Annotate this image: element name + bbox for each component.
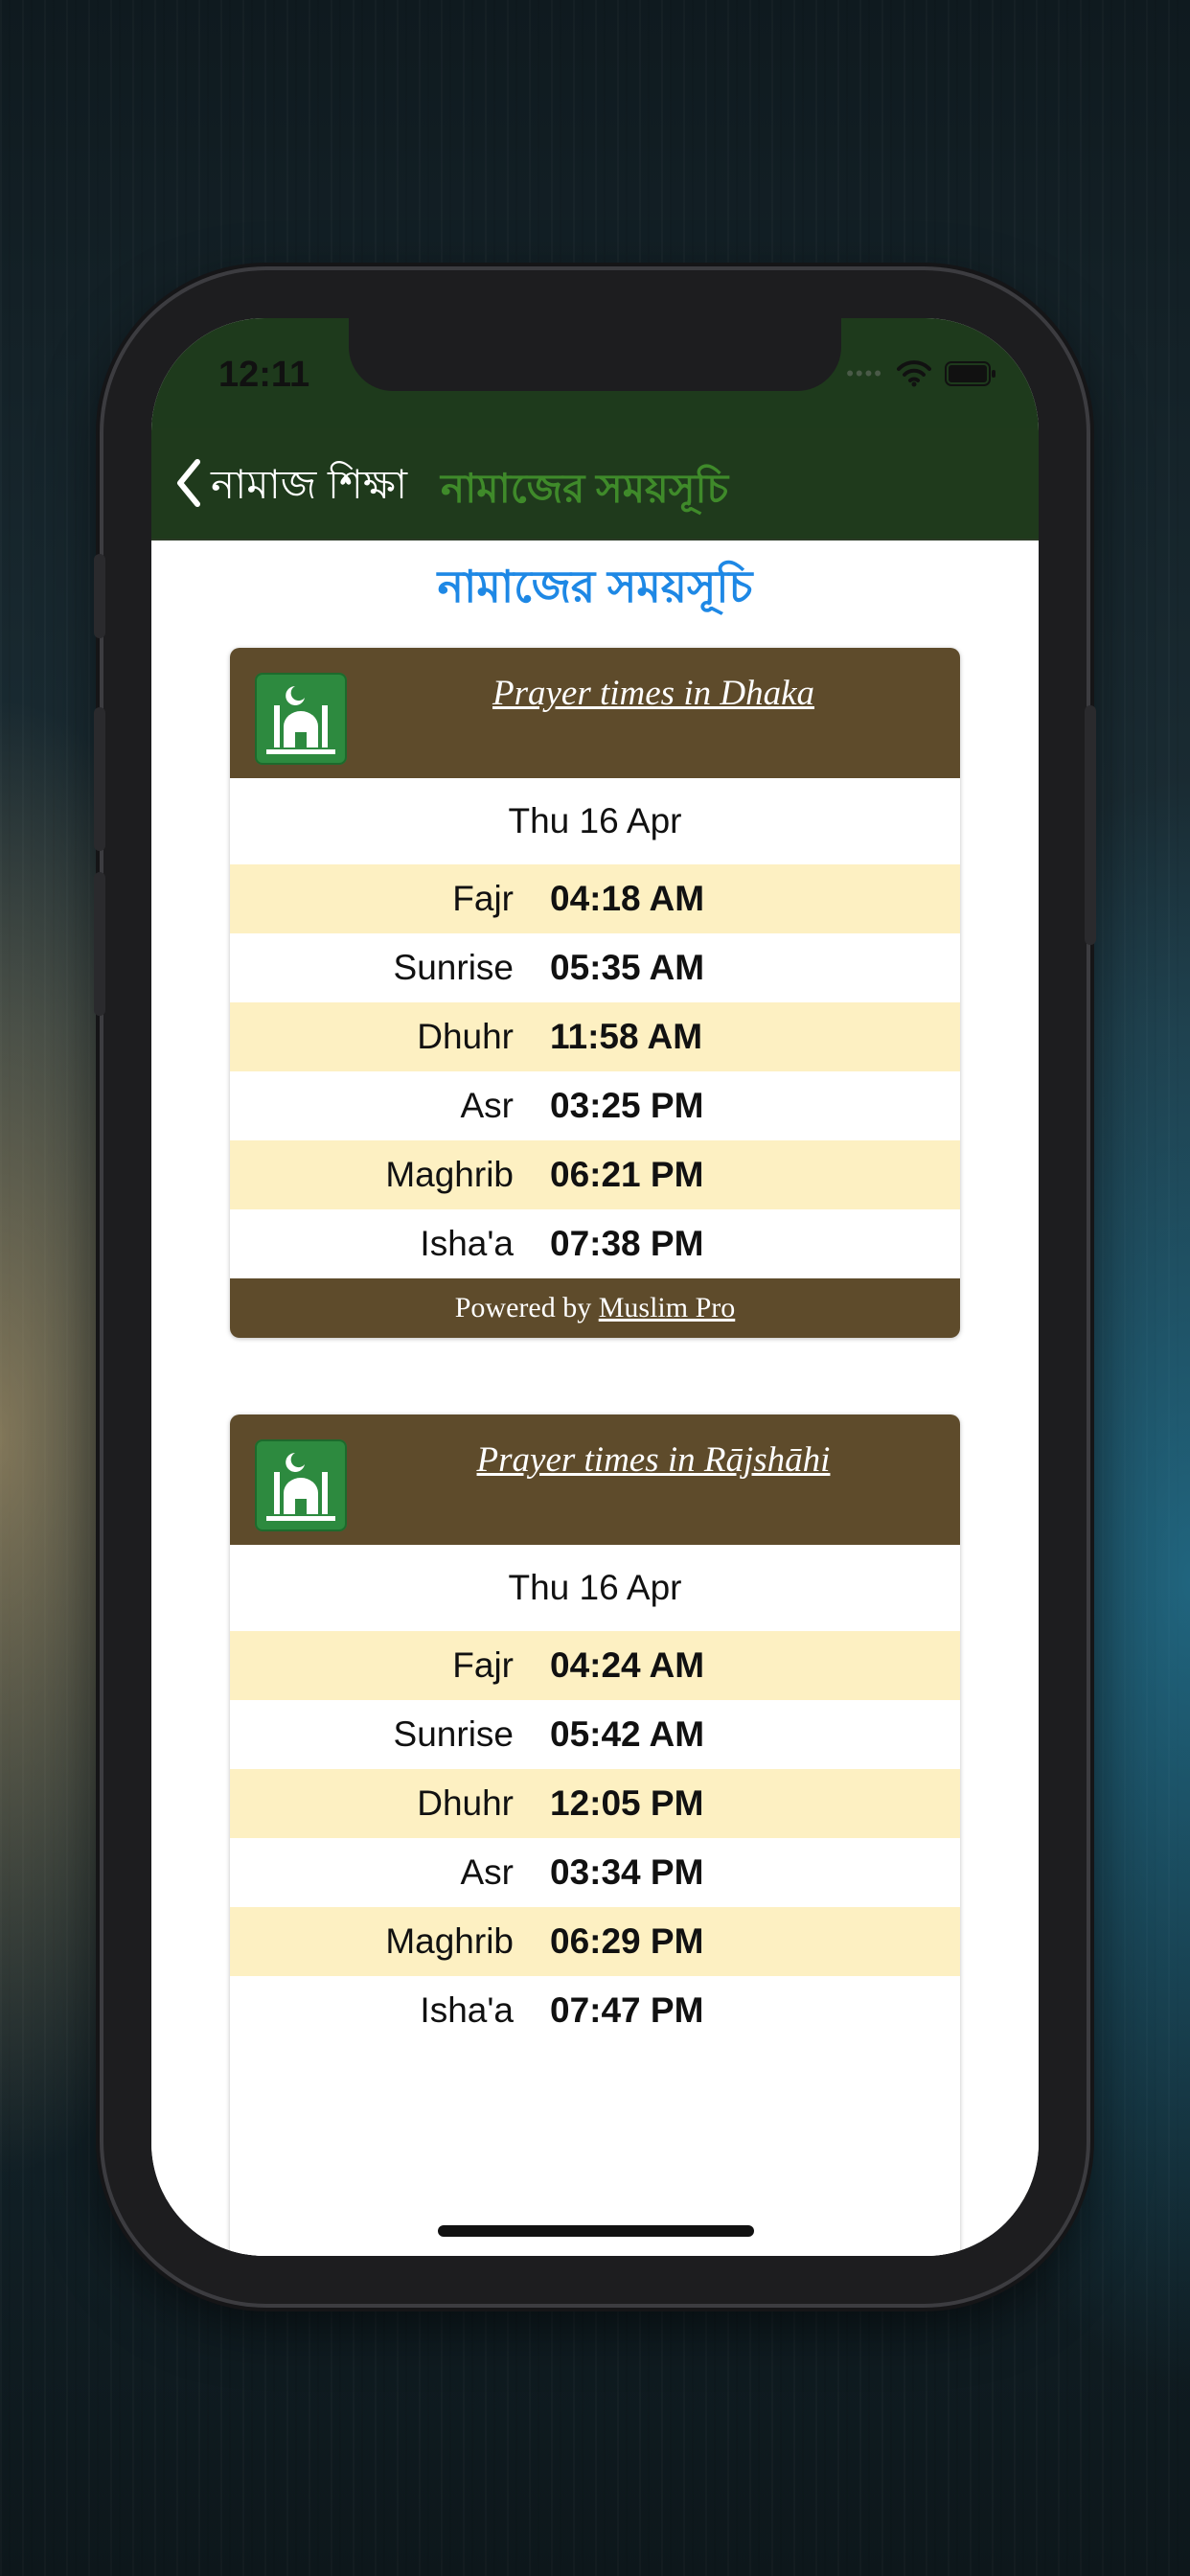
card-header: Prayer times in Dhaka (230, 648, 960, 778)
battery-icon (945, 361, 996, 386)
card-date: Thu 16 Apr (230, 778, 960, 864)
navigation-bar: নামাজ শিক্ষা নামাজের সময়সূচি (151, 428, 1039, 540)
card-title-link[interactable]: Prayer times in Rājshāhi (347, 1439, 960, 1481)
status-bar: 12:11 •••• (151, 318, 1039, 428)
card-footer: Powered by Muslim Pro (230, 1278, 960, 1338)
prayer-name: Isha'a (420, 1990, 514, 2030)
chevron-left-icon (172, 456, 205, 519)
wifi-icon (897, 360, 931, 387)
card-title-link[interactable]: Prayer times in Dhaka (347, 673, 960, 714)
footer-prefix: Powered by (454, 1292, 592, 1323)
prayer-name: Asr (460, 1852, 515, 1892)
prayer-row-sunrise: Sunrise 05:35 AM (230, 933, 960, 1002)
prayer-time: 06:21 PM (550, 1155, 704, 1194)
prayer-time: 05:35 AM (550, 948, 705, 987)
content-area[interactable]: নামাজের সময়সূচি Prayer times in Dhaka T… (151, 540, 1039, 2256)
prayer-row-fajr: Fajr 04:24 AM (230, 1631, 960, 1700)
prayer-time: 04:24 AM (550, 1645, 705, 1685)
prayer-time: 05:42 AM (550, 1714, 705, 1754)
muslim-pro-logo-icon[interactable] (255, 1439, 347, 1531)
home-indicator[interactable] (438, 2225, 754, 2237)
prayer-times-card-rajshahi: Prayer times in Rājshāhi Thu 16 Apr Fajr… (230, 1414, 960, 2256)
muslim-pro-logo-icon[interactable] (255, 673, 347, 765)
prayer-row-maghrib: Maghrib 06:21 PM (230, 1140, 960, 1209)
prayer-name: Fajr (452, 879, 514, 918)
prayer-row-dhuhr: Dhuhr 12:05 PM (230, 1769, 960, 1838)
prayer-time: 11:58 AM (550, 1017, 703, 1056)
prayer-time: 03:25 PM (550, 1086, 704, 1125)
prayer-row-asr: Asr 03:34 PM (230, 1838, 960, 1907)
prayer-row-isha: Isha'a 07:47 PM (230, 1976, 960, 2045)
prayer-time: 07:47 PM (550, 1990, 704, 2030)
prayer-name: Dhuhr (417, 1017, 514, 1056)
prayer-name: Maghrib (385, 1155, 514, 1194)
mute-switch (94, 554, 105, 638)
prayer-name: Sunrise (393, 948, 514, 987)
prayer-time: 03:34 PM (550, 1852, 704, 1892)
volume-down-button (94, 872, 105, 1016)
prayer-times-card-dhaka: Prayer times in Dhaka Thu 16 Apr Fajr 04:… (230, 648, 960, 1338)
cellular-signal-icon: •••• (846, 361, 883, 385)
power-button (1085, 705, 1096, 945)
notch (349, 318, 841, 391)
prayer-time: 04:18 AM (550, 879, 705, 918)
prayer-time: 06:29 PM (550, 1921, 704, 1961)
prayer-name: Sunrise (393, 1714, 514, 1754)
prayer-name: Isha'a (420, 1224, 514, 1263)
status-icons: •••• (846, 360, 996, 387)
status-time: 12:11 (218, 355, 310, 395)
prayer-row-dhuhr: Dhuhr 11:58 AM (230, 1002, 960, 1071)
back-button[interactable]: নামাজ শিক্ষা (172, 453, 407, 521)
prayer-row-sunrise: Sunrise 05:42 AM (230, 1700, 960, 1769)
page-heading: নামাজের সময়সূচি (437, 562, 753, 611)
prayer-time: 07:38 PM (550, 1224, 704, 1263)
card-date: Thu 16 Apr (230, 1545, 960, 1631)
muslim-pro-link[interactable]: Muslim Pro (599, 1292, 736, 1323)
volume-up-button (94, 707, 105, 851)
prayer-name: Fajr (452, 1645, 514, 1685)
prayer-time: 12:05 PM (550, 1783, 704, 1823)
prayer-row-asr: Asr 03:25 PM (230, 1071, 960, 1140)
card-header: Prayer times in Rājshāhi (230, 1414, 960, 1545)
prayer-name: Maghrib (385, 1921, 514, 1961)
prayer-name: Dhuhr (417, 1783, 514, 1823)
nav-title: নামাজের সময়সূচি (441, 466, 729, 511)
prayer-row-fajr: Fajr 04:18 AM (230, 864, 960, 933)
phone-screen: 12:11 •••• নামাজ শিক্ষা নামাজের সময়সূচি… (151, 318, 1039, 2256)
prayer-row-maghrib: Maghrib 06:29 PM (230, 1907, 960, 1976)
prayer-row-isha: Isha'a 07:38 PM (230, 1209, 960, 1278)
prayer-name: Asr (460, 1086, 515, 1125)
back-button-label: নামাজ শিক্ষা (211, 462, 408, 507)
